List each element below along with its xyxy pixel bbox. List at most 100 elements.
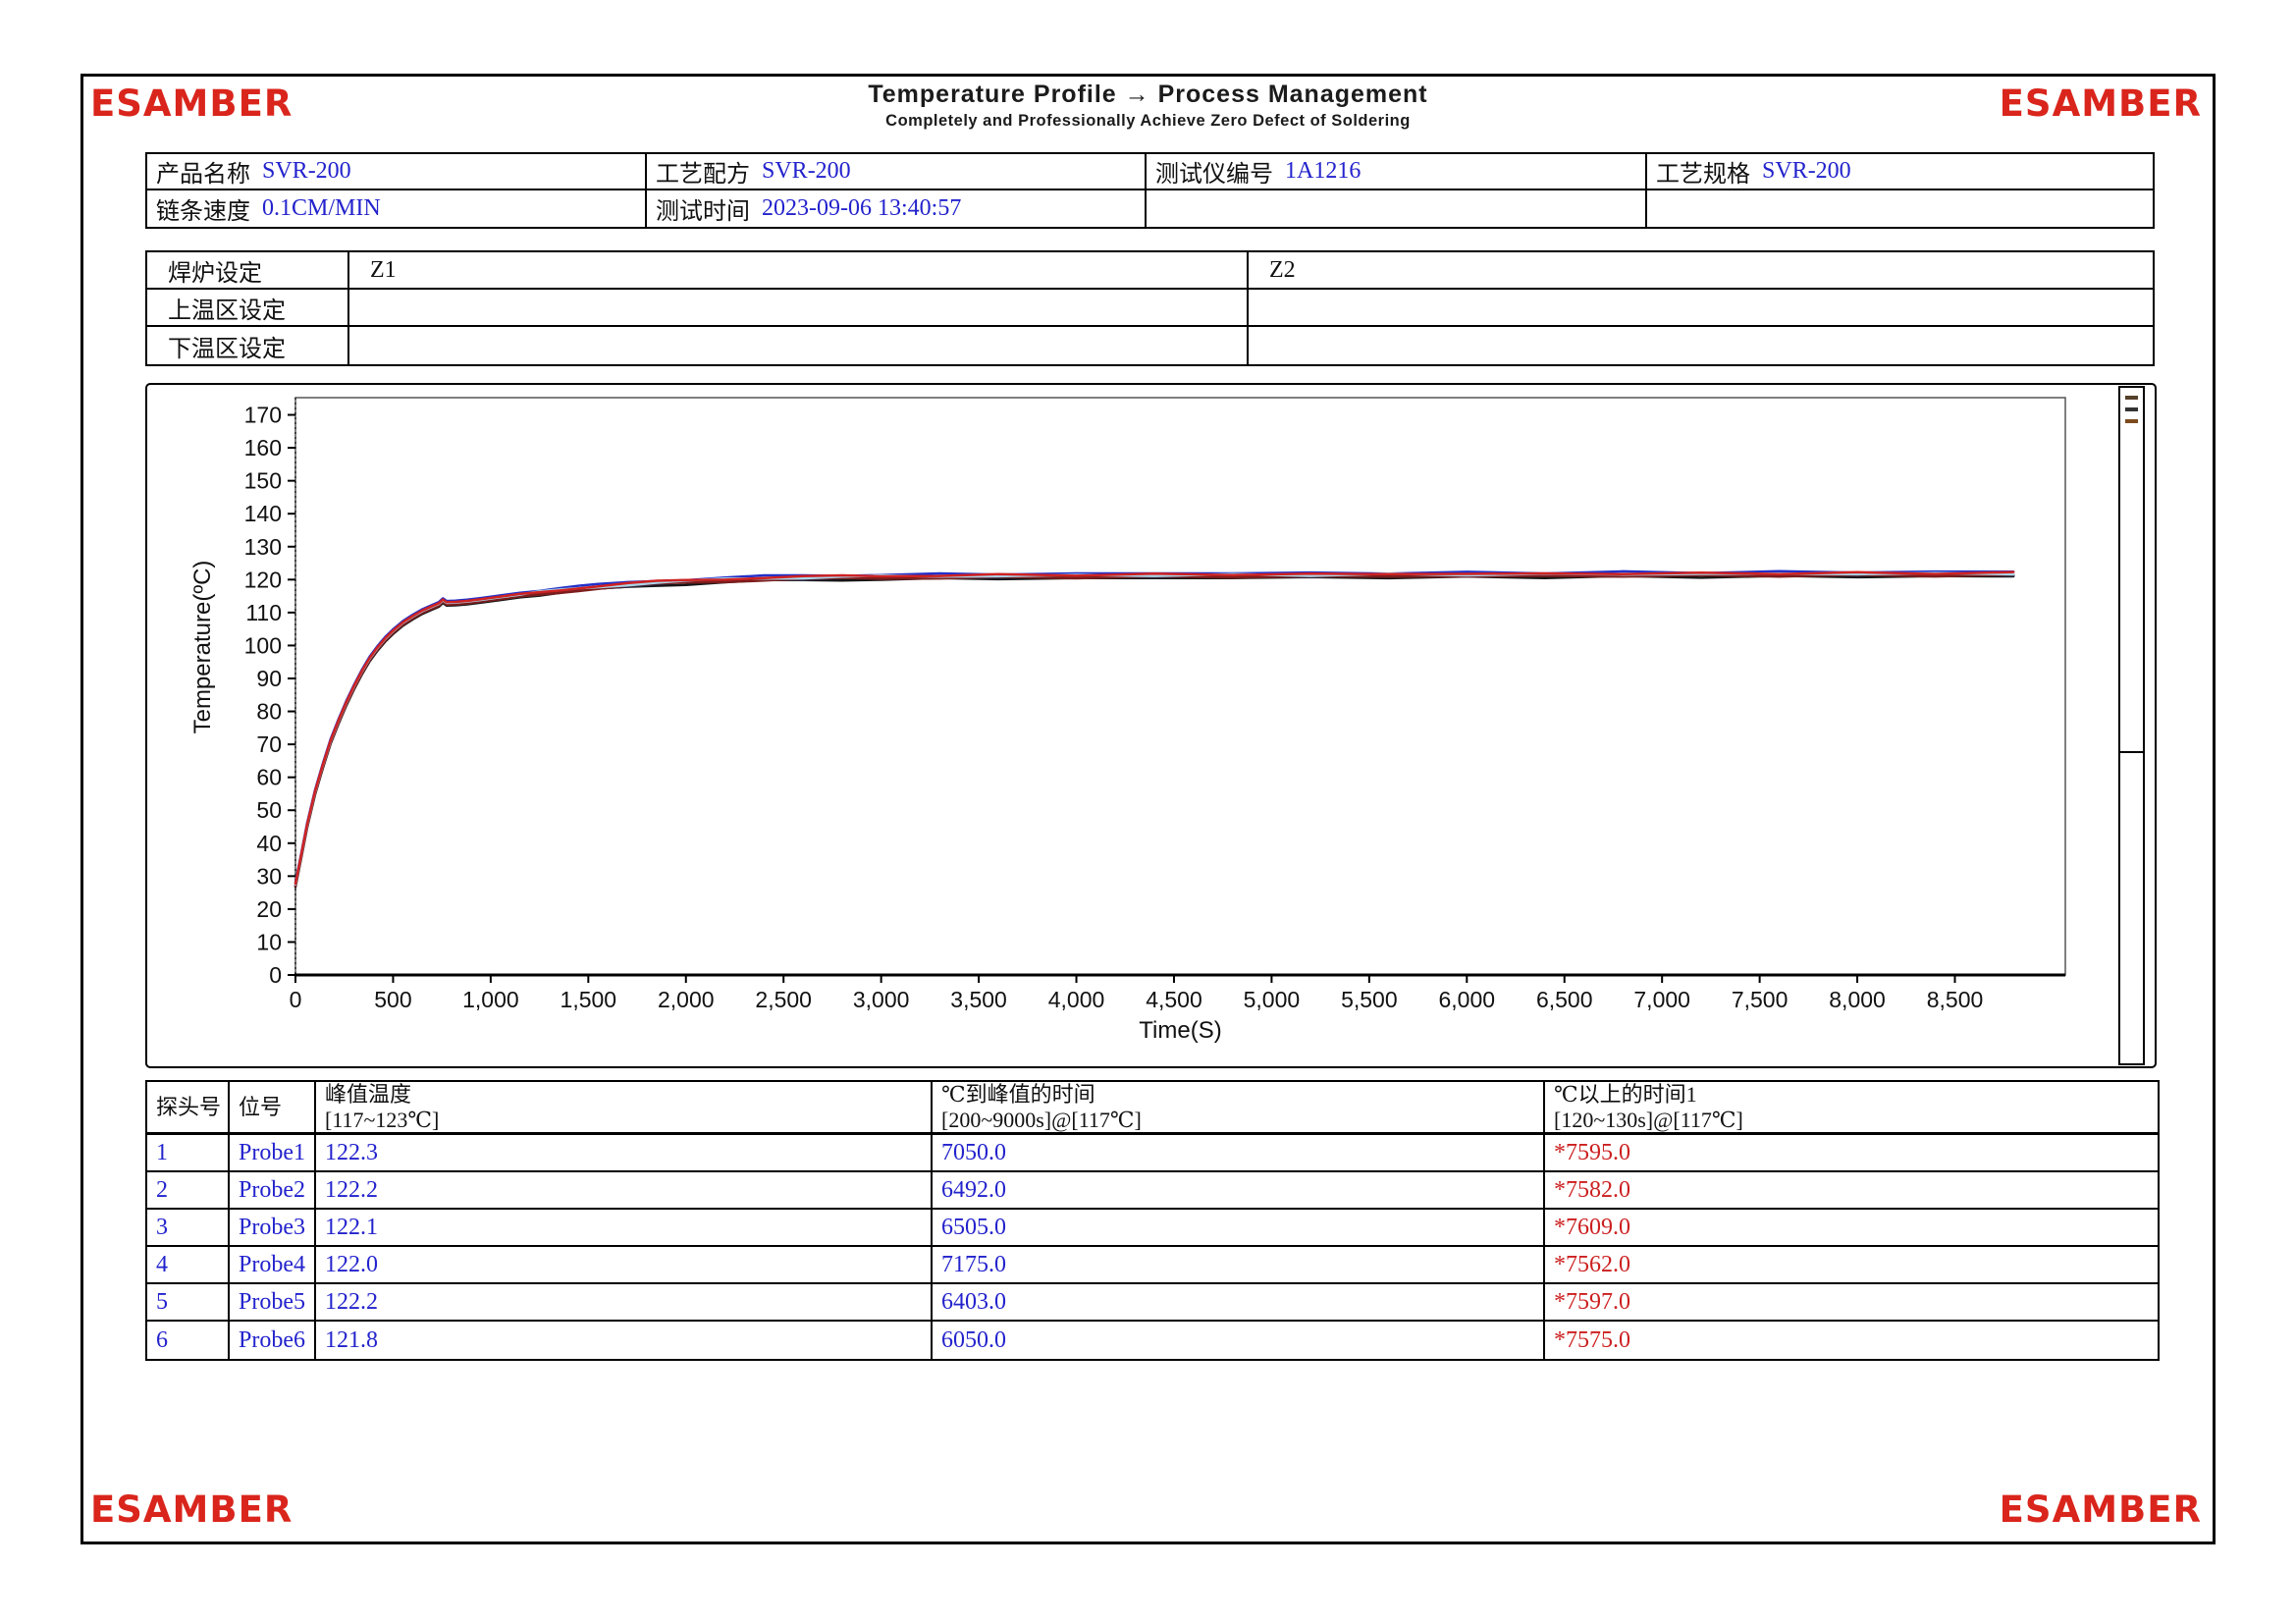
info-value: 0.1CM/MIN — [262, 195, 381, 222]
info-cell-chain-speed: 链条速度0.1CM/MIN — [147, 190, 647, 227]
upper-zone-row-label: 上温区设定 — [147, 290, 349, 327]
probe-position-cell: Probe1 — [230, 1135, 316, 1172]
time-to-peak-cell: 6050.0 — [933, 1322, 1545, 1359]
probe-position-cell: Probe4 — [230, 1247, 316, 1284]
info-label: 测试时间 — [656, 191, 750, 226]
x-tick-label: 4,000 — [1048, 987, 1105, 1012]
y-tick-label: 140 — [244, 501, 282, 526]
x-tick-label: 3,500 — [950, 987, 1007, 1012]
time-to-peak-cell: 6403.0 — [933, 1284, 1545, 1322]
x-tick-label: 5,500 — [1341, 987, 1398, 1012]
header-line: 位号 — [239, 1095, 282, 1120]
time-above-cell: *7609.0 — [1545, 1210, 2158, 1247]
series-Probe1 — [295, 571, 2013, 883]
info-label: 产品名称 — [156, 154, 250, 189]
info-cell-recipe: 工艺配方 SVR-200 — [647, 154, 1147, 190]
info-cell-empty — [1147, 190, 1647, 227]
info-cell-tester-id: 测试仪编号1A1216 — [1147, 154, 1647, 190]
probe-position-cell: Probe2 — [230, 1172, 316, 1210]
col-header-time-to-peak: ℃到峰值的时间[200~9000s]@[117℃] — [933, 1082, 1545, 1135]
info-value: SVR-200 — [1762, 158, 1851, 185]
peak-temp-cell: 122.3 — [316, 1135, 933, 1172]
info-value: 1A1216 — [1285, 158, 1361, 185]
y-tick-label: 70 — [256, 731, 282, 757]
report-title-block: Temperature Profile → Process Management… — [0, 81, 2296, 131]
legend-mark — [2125, 407, 2138, 411]
series-Probe3 — [295, 576, 2013, 888]
y-tick-label: 170 — [244, 403, 282, 428]
header-line: [200~9000s]@[117℃] — [941, 1108, 1142, 1133]
probe-no-cell: 4 — [147, 1247, 230, 1284]
time-to-peak-cell: 7050.0 — [933, 1135, 1545, 1172]
x-tick-label: 4,500 — [1146, 987, 1202, 1012]
title-left: Temperature Profile — [868, 81, 1116, 108]
header-line: 探头号 — [156, 1095, 221, 1120]
info-label: 工艺配方 — [656, 154, 750, 189]
y-tick-label: 130 — [244, 534, 282, 560]
y-tick-label: 30 — [256, 863, 282, 889]
chart-scrollbar[interactable] — [2118, 386, 2145, 1065]
series-Probe6 — [295, 574, 2013, 886]
x-tick-label: 5,000 — [1244, 987, 1301, 1012]
y-tick-label: 160 — [244, 435, 282, 460]
x-tick-label: 7,500 — [1732, 987, 1789, 1012]
probe-no-cell: 5 — [147, 1284, 230, 1322]
y-tick-label: 20 — [256, 896, 282, 922]
probe-no-cell: 3 — [147, 1210, 230, 1247]
furnace-zone-z2: Z2 — [1249, 252, 2153, 290]
x-tick-label: 2,500 — [755, 987, 812, 1012]
zone-z1-label: Z1 — [358, 257, 397, 284]
info-value: SVR-200 — [762, 158, 851, 185]
peak-temp-cell: 122.1 — [316, 1210, 933, 1247]
x-tick-label: 1,000 — [462, 987, 519, 1012]
peak-temp-cell: 122.2 — [316, 1172, 933, 1210]
x-tick-label: 8,500 — [1927, 987, 1984, 1012]
furnace-label: 上温区设定 — [156, 291, 286, 325]
report-page: { "brand": {"logo": "ESAMBER"}, "colors"… — [0, 0, 2296, 1623]
chart-scrollbar-thumb[interactable] — [2118, 751, 2145, 1065]
temperature-chart: 0102030405060708090100110120130140150160… — [147, 385, 2155, 1066]
info-value: 2023-09-06 13:40:57 — [762, 195, 961, 222]
col-header-peak-temp: 峰值温度[117~123℃] — [316, 1082, 933, 1135]
y-tick-label: 80 — [256, 699, 282, 725]
time-above-cell: *7597.0 — [1545, 1284, 2158, 1322]
zone-z2-label: Z2 — [1257, 257, 1296, 284]
time-above-cell: *7562.0 — [1545, 1247, 2158, 1284]
brand-logo-bottom-left: ESAMBER — [90, 1488, 293, 1531]
series-Probe2 — [295, 574, 2013, 886]
header-line: [120~130s]@[117℃] — [1554, 1108, 1743, 1133]
y-tick-label: 90 — [256, 666, 282, 691]
y-tick-label: 110 — [245, 600, 282, 625]
y-tick-label: 0 — [269, 962, 282, 988]
lower-zone-z2-value — [1249, 327, 2153, 364]
x-tick-label: 6,500 — [1536, 987, 1593, 1012]
x-tick-label: 1,500 — [561, 987, 617, 1012]
col-header-position: 位号 — [230, 1082, 316, 1135]
page-subtitle: Completely and Professionally Achieve Ze… — [0, 112, 2296, 131]
x-tick-label: 500 — [374, 987, 411, 1012]
title-right: Process Management — [1158, 81, 1428, 108]
time-above-cell: *7595.0 — [1545, 1135, 2158, 1172]
furnace-zone-z1: Z1 — [349, 252, 1249, 290]
peak-temp-cell: 122.2 — [316, 1284, 933, 1322]
x-tick-label: 6,000 — [1439, 987, 1496, 1012]
x-axis-title: Time(S) — [1139, 1017, 1221, 1044]
lower-zone-row-label: 下温区设定 — [147, 327, 349, 364]
lower-zone-z1-value — [349, 327, 1249, 364]
info-cell-spec: 工艺规格 SVR-200 — [1647, 154, 2153, 190]
series-Probe5 — [295, 572, 2013, 884]
furnace-row-label: 焊炉设定 — [147, 252, 349, 290]
header-line: ℃到峰值的时间 — [941, 1082, 1095, 1108]
header-line: ℃以上的时间1 — [1554, 1082, 1697, 1108]
time-to-peak-cell: 6492.0 — [933, 1172, 1545, 1210]
probe-no-cell: 1 — [147, 1135, 230, 1172]
info-value: SVR-200 — [262, 158, 351, 185]
probe-results-table: 探头号 位号 峰值温度[117~123℃] ℃到峰值的时间[200~9000s]… — [145, 1080, 2160, 1361]
chart-scrollbar-track[interactable] — [2118, 386, 2145, 753]
page-title: Temperature Profile → Process Management — [0, 81, 2296, 109]
upper-zone-z2-value — [1249, 290, 2153, 327]
temperature-chart-panel: 0102030405060708090100110120130140150160… — [145, 383, 2157, 1068]
plot-border — [295, 398, 2065, 975]
info-label: 工艺规格 — [1656, 154, 1750, 189]
peak-temp-cell: 122.0 — [316, 1247, 933, 1284]
